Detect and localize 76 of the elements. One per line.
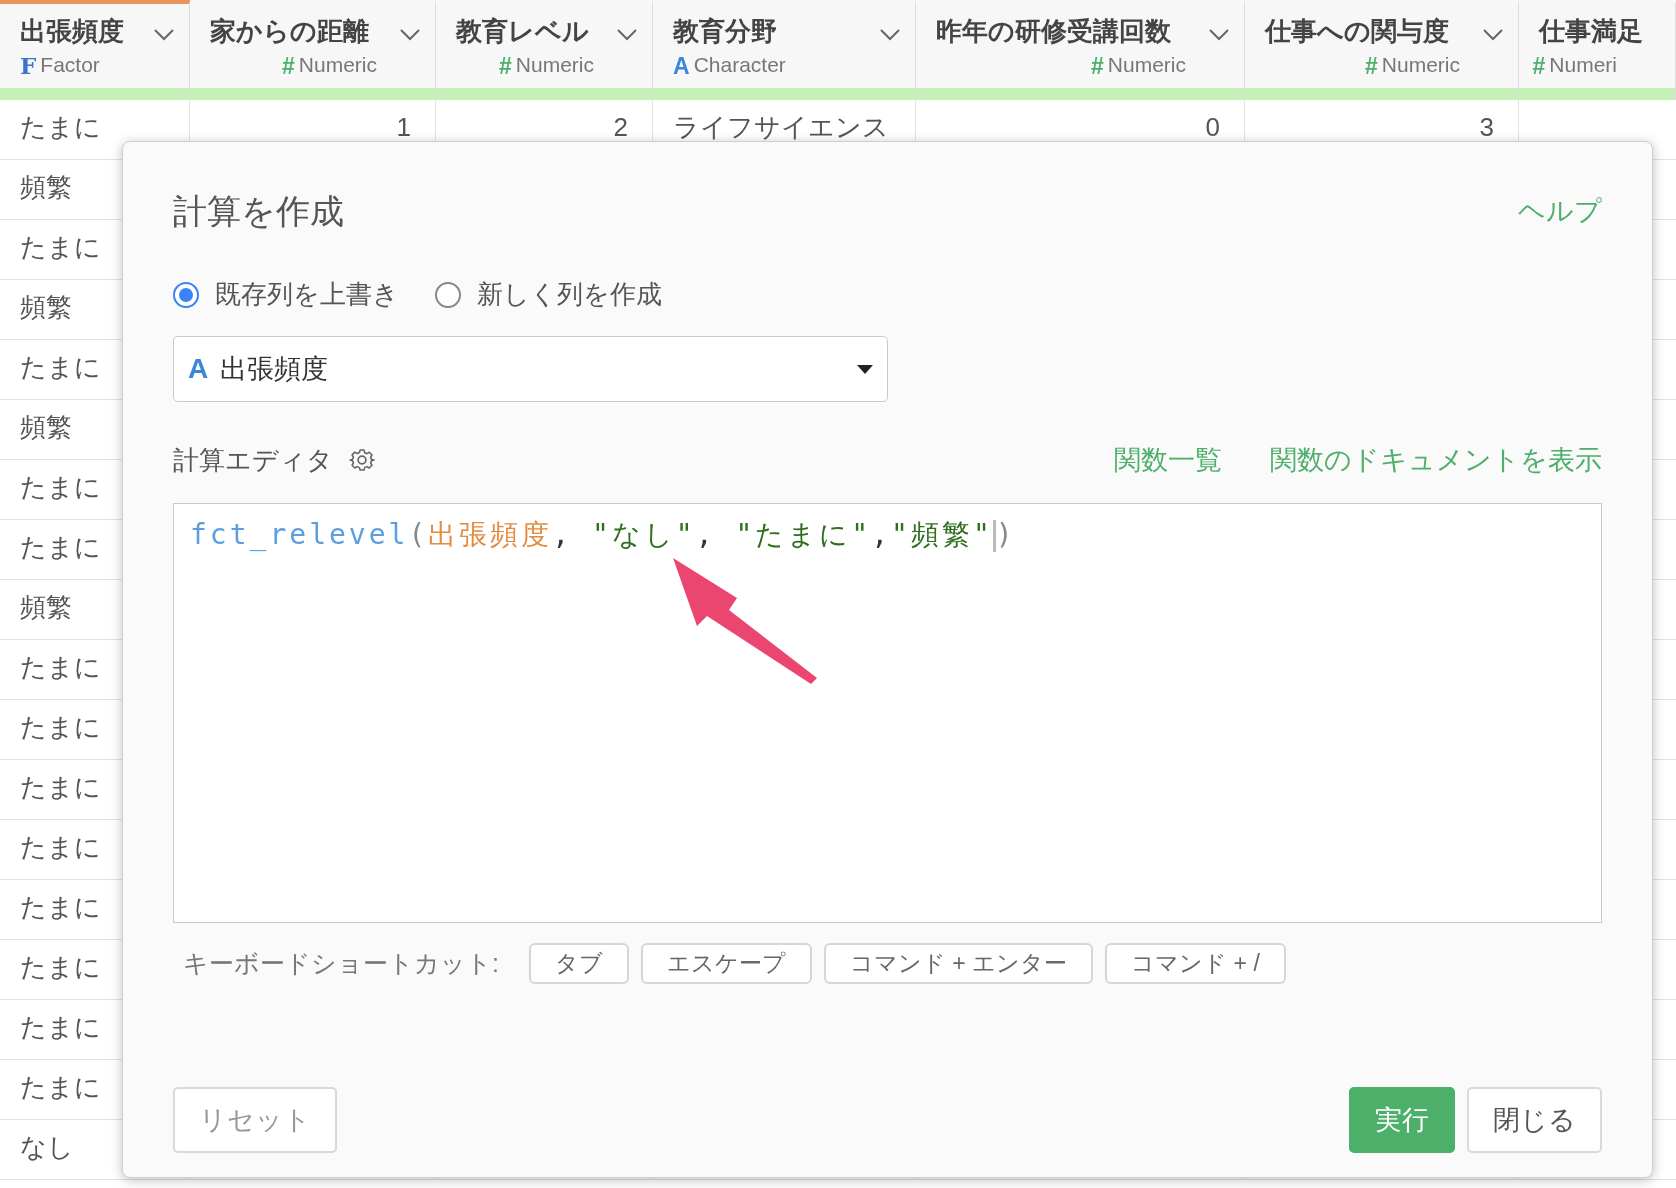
table-cell: たまに bbox=[20, 892, 101, 922]
column-type: Numeric bbox=[298, 52, 377, 79]
column-header[interactable]: 昨年の研修受講回数 # Numeric bbox=[916, 0, 1245, 88]
column-header[interactable]: 教育レベル # Numeric bbox=[436, 0, 653, 88]
type-icon: A bbox=[673, 49, 690, 84]
column-type: Numeri bbox=[1549, 52, 1617, 79]
type-icon: # bbox=[282, 49, 295, 84]
table-cell: 1 bbox=[396, 112, 411, 142]
chevron-down-icon[interactable] bbox=[1482, 28, 1504, 42]
table-cell: 頻繁 bbox=[20, 172, 72, 202]
column-name: 教育分野 bbox=[673, 16, 777, 48]
table-cell: 3 bbox=[1479, 112, 1494, 142]
type-icon: F bbox=[20, 49, 37, 84]
chevron-down-icon[interactable] bbox=[616, 28, 638, 42]
column-name: 昨年の研修受講回数 bbox=[936, 16, 1171, 48]
column-name: 仕事満足 bbox=[1539, 16, 1643, 48]
column-header[interactable]: 教育分野 A Character bbox=[653, 0, 916, 88]
column-type: Numeric bbox=[515, 52, 594, 79]
dropdown-value: 出張頻度 bbox=[220, 352, 330, 386]
code-editor[interactable]: fct_relevel(出張頻度, "なし", "たまに","頻繁") bbox=[173, 502, 1602, 923]
column-type: Numeric bbox=[1107, 52, 1186, 79]
column-type: Numeric bbox=[1381, 52, 1460, 79]
table-cell: たまに bbox=[20, 1012, 101, 1042]
column-header[interactable]: 家からの距離 # Numeric bbox=[190, 0, 436, 88]
table-cell: たまに bbox=[20, 532, 101, 562]
table-cell: 0 bbox=[1205, 112, 1220, 142]
table-cell: たまに bbox=[20, 352, 101, 382]
shortcut-key: コマンド + / bbox=[1105, 942, 1286, 985]
table-cell: なし bbox=[20, 1132, 74, 1162]
type-icon: # bbox=[1365, 49, 1378, 84]
dialog-title: 計算を作成 bbox=[173, 191, 344, 232]
shortcut-key: コマンド + エンター bbox=[823, 942, 1094, 985]
table-cell: たまに bbox=[20, 832, 101, 862]
settings-icon[interactable] bbox=[349, 447, 375, 474]
column-name: 教育レベル bbox=[456, 16, 589, 48]
table-cell: たまに bbox=[20, 112, 101, 142]
type-icon: # bbox=[1091, 49, 1104, 84]
table-cell: たまに bbox=[20, 1072, 101, 1102]
table-cell: 頻繁 bbox=[20, 412, 72, 442]
table-cell: たまに bbox=[20, 952, 101, 982]
caret-icon bbox=[857, 364, 873, 374]
close-button[interactable]: 閉じる bbox=[1467, 1087, 1602, 1153]
column-name: 家からの距離 bbox=[210, 16, 369, 48]
code-line: fct_relevel(出張頻度, "なし", "たまに","頻繁") bbox=[190, 516, 1017, 554]
column-header[interactable]: 出張頻度 F Factor bbox=[0, 0, 190, 88]
chevron-down-icon[interactable] bbox=[153, 28, 175, 42]
shortcut-key: エスケープ bbox=[640, 942, 812, 985]
shortcuts-label: キーボードショートカット: bbox=[183, 947, 499, 979]
table-cell: たまに bbox=[20, 472, 101, 502]
editor-label: 計算エディタ bbox=[173, 443, 333, 477]
type-icon: # bbox=[1532, 49, 1546, 84]
column-name: 出張頻度 bbox=[20, 16, 124, 48]
type-icon: A bbox=[188, 348, 209, 390]
table-cell: たまに bbox=[20, 232, 101, 262]
column-type: Character bbox=[693, 52, 786, 79]
chevron-down-icon[interactable] bbox=[399, 28, 421, 42]
table-cell: たまに bbox=[20, 712, 101, 742]
chevron-down-icon[interactable] bbox=[879, 28, 901, 42]
table-cell: たまに bbox=[20, 652, 101, 682]
type-icon: # bbox=[499, 49, 512, 84]
shortcut-key: タブ bbox=[528, 942, 629, 985]
chevron-down-icon[interactable] bbox=[1208, 28, 1230, 42]
table-cell: 頻繁 bbox=[20, 592, 72, 622]
radio-button[interactable] bbox=[435, 281, 461, 308]
column-name: 仕事への関与度 bbox=[1265, 16, 1449, 48]
table-cell: 2 bbox=[613, 112, 628, 142]
column-header[interactable]: 仕事満足 # Numeri bbox=[1519, 0, 1676, 88]
column-type: Factor bbox=[40, 52, 100, 79]
table-cell: 頻繁 bbox=[20, 292, 72, 322]
column-header[interactable]: 仕事への関与度 # Numeric bbox=[1245, 0, 1519, 88]
table-cell: たまに bbox=[20, 772, 101, 802]
radio-label[interactable]: 既存列を上書き bbox=[215, 275, 399, 314]
column-dropdown[interactable]: A 出張頻度 bbox=[173, 336, 888, 402]
table-cell: ライフサイエンス bbox=[673, 112, 889, 142]
radio-label[interactable]: 新しく列を作成 bbox=[477, 275, 662, 314]
radio-button[interactable] bbox=[173, 281, 199, 308]
